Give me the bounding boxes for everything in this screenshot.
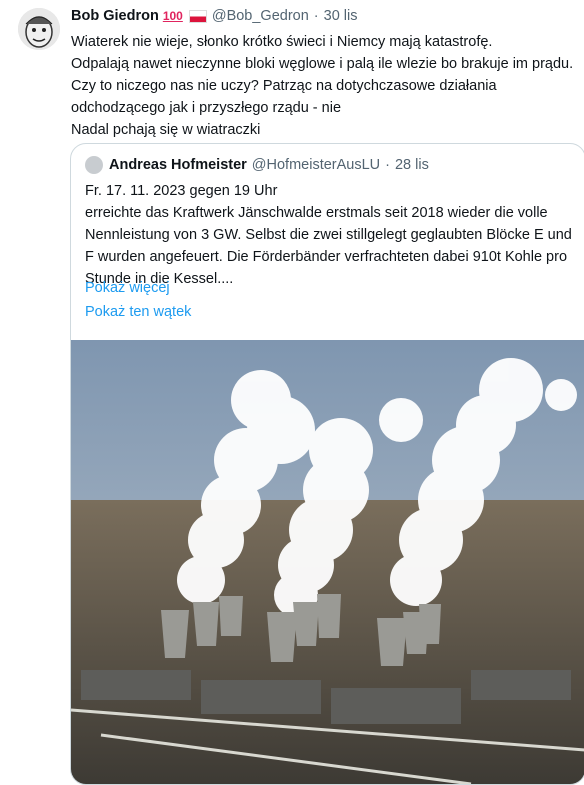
- show-thread-link[interactable]: Pokaż ten wątek: [85, 304, 191, 320]
- quoted-tweet-text: Fr. 17. 11. 2023 gegen 19 Uhr erreichte …: [85, 183, 572, 287]
- author-name[interactable]: Bob Giedron: [71, 8, 159, 24]
- quoted-tweet-timestamp[interactable]: 28 lis: [395, 157, 429, 173]
- tweet-text: Wiaterek nie wieje, słonko krótko świeci…: [71, 34, 574, 138]
- power-plant-image: [71, 340, 584, 784]
- separator-dot: ·: [313, 8, 319, 24]
- poland-flag-icon: [188, 9, 207, 23]
- author-avatar[interactable]: [18, 8, 60, 50]
- show-more-link[interactable]: Pokaż więcej: [85, 280, 170, 296]
- power-plant-photo[interactable]: [71, 340, 584, 784]
- tweet-timestamp[interactable]: 30 lis: [324, 8, 358, 24]
- hundred-points-icon: 100: [162, 9, 183, 23]
- quoted-author-avatar: [85, 156, 103, 174]
- cartoon-face-avatar: [18, 8, 60, 50]
- quoted-author-handle[interactable]: @HofmeisterAusLU: [252, 157, 380, 173]
- author-handle[interactable]: @Bob_Gedron: [212, 8, 309, 24]
- quoted-tweet-header: Andreas Hofmeister @HofmeisterAusLU · 28…: [85, 156, 429, 174]
- quoted-tweet-card[interactable]: Andreas Hofmeister @HofmeisterAusLU · 28…: [70, 143, 584, 785]
- quoted-author-name[interactable]: Andreas Hofmeister: [109, 157, 247, 173]
- separator-dot: ·: [385, 157, 390, 173]
- tweet-header: Bob Giedron 100 @Bob_Gedron · 30 lis: [71, 8, 358, 24]
